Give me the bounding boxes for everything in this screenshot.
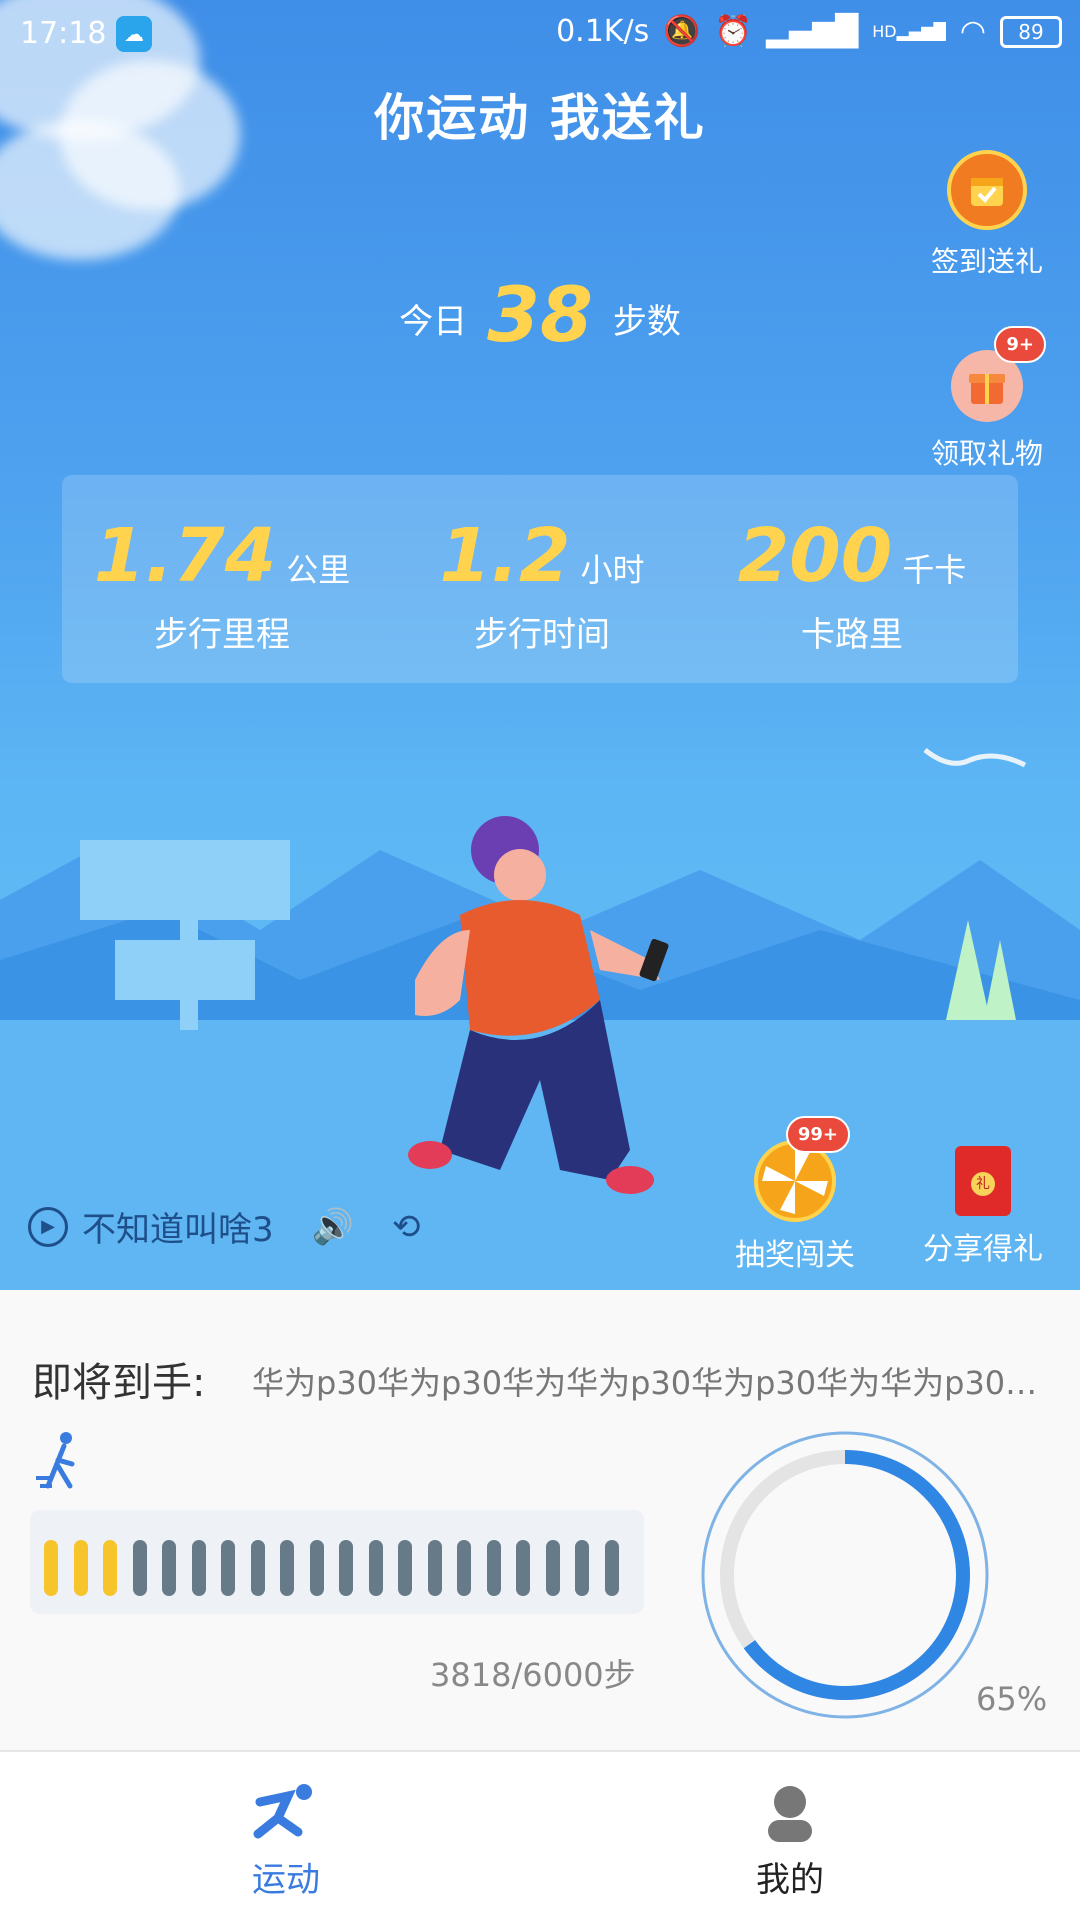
status-time: 17:18 (20, 16, 107, 51)
stat-calories-value: 200 (737, 513, 893, 599)
progress-bar-segment (280, 1540, 294, 1596)
sign-post (180, 920, 198, 1030)
progress-bar-segment (73, 1540, 88, 1596)
progress-bar-segment (191, 1540, 206, 1596)
running-icon (186, 1782, 386, 1852)
stat-time: 1.2 小时 步行时间 (392, 513, 692, 656)
walker-icon (36, 1430, 86, 1494)
play-icon[interactable]: ▶ (28, 1206, 68, 1247)
tab-sport-label: 运动 (252, 1860, 320, 1900)
lottery-badge: 99+ (785, 1116, 850, 1153)
upcoming-text: 华为p30华为p30华为华为p30华为p30华为华为p30华为p30 (252, 1364, 1052, 1402)
lottery-label: 抽奖闯关 (735, 1238, 855, 1273)
stats-card: 1.74 公里 步行里程 1.2 小时 步行时间 200 千卡 卡路里 (62, 475, 1018, 683)
volume-icon[interactable]: 🔊 (312, 1207, 354, 1247)
today-steps: 今日 38 步数 (0, 270, 1080, 359)
stat-calories-unit: 千卡 (902, 551, 967, 589)
progress-bar-segment (339, 1540, 353, 1596)
lottery-button[interactable]: 99+ 抽奖闯关 (730, 1116, 860, 1274)
tab-sport[interactable]: 运动 (186, 1782, 386, 1901)
stat-time-value: 1.2 (439, 513, 571, 599)
song-title: 不知道叫啥3 (82, 1210, 274, 1250)
stat-distance-label: 步行里程 (154, 615, 290, 655)
battery-icon: 89 (1000, 15, 1062, 48)
user-icon (690, 1782, 890, 1852)
share-gift-label: 分享得礼 (923, 1232, 1043, 1267)
page-title: 你运动 我送礼 (374, 89, 706, 147)
progress-bar-segment (545, 1540, 560, 1596)
today-step-count: 38 (487, 270, 593, 359)
claim-gift-label: 领取礼物 (930, 437, 1043, 470)
calendar-check-icon (947, 150, 1027, 230)
upcoming-label: 即将到手: (32, 1360, 206, 1406)
progress-bar-segment (516, 1540, 530, 1596)
stat-distance-value: 1.74 (93, 513, 277, 599)
progress-bar-segment (486, 1540, 501, 1596)
app-notification-icon: ☁ (116, 16, 152, 52)
checkin-gift-button[interactable]: 签到送礼 (922, 150, 1052, 280)
red-envelope-icon: 礼 (955, 1146, 1011, 1216)
claim-gift-button[interactable]: 9+ 领取礼物 (922, 326, 1052, 472)
steps-progress-text: 3818/6000步 (430, 1656, 636, 1694)
progress-bar-segment (221, 1540, 235, 1596)
wifi-icon: ◠ (959, 14, 986, 49)
percent-text: 65% (976, 1680, 1048, 1718)
hd-signal-icon: HD▂▄▆█ (872, 22, 946, 41)
repeat-icon[interactable]: ⟲ (392, 1207, 421, 1247)
progress-bar-segment (132, 1540, 147, 1596)
progress-bar-segment (44, 1540, 58, 1596)
tab-mine-label: 我的 (756, 1860, 824, 1900)
share-gift-button[interactable]: 礼 分享得礼 (918, 1146, 1048, 1268)
stat-time-label: 步行时间 (474, 615, 610, 655)
progress-ring (701, 1431, 989, 1719)
billboard-decoration (80, 840, 290, 920)
music-player: ▶ 不知道叫啥3 🔊 ⟲ (28, 1202, 420, 1251)
progress-bar-segment (398, 1540, 412, 1596)
progress-bar-segment (368, 1540, 383, 1596)
tab-mine[interactable]: 我的 (690, 1782, 890, 1901)
app-screen: 17:18 ☁ 0.1K/s 🔕 ⏰ ▂▄▆█ HD▂▄▆█ ◠ 89 你运动 … (0, 0, 1080, 1920)
bottom-tab-bar: 运动 我的 (0, 1750, 1080, 1920)
stat-calories: 200 千卡 卡路里 (702, 513, 1002, 656)
today-suffix: 步数 (612, 302, 681, 342)
progress-panel: 即将到手: 华为p30华为p30华为华为p30华为p30华为华为p30华为p30… (0, 1290, 1080, 1750)
progress-bar-segment (427, 1540, 442, 1596)
status-right: 0.1K/s 🔕 ⏰ ▂▄▆█ HD▂▄▆█ ◠ 89 (556, 14, 1062, 49)
progress-bar-segment (457, 1540, 471, 1596)
step-progress-bars (30, 1510, 644, 1614)
stat-calories-label: 卡路里 (801, 615, 903, 655)
mute-icon: 🔕 (663, 14, 701, 49)
progress-bar-segment (604, 1540, 619, 1596)
progress-bar-segment (103, 1540, 117, 1596)
hero-section: 17:18 ☁ 0.1K/s 🔕 ⏰ ▂▄▆█ HD▂▄▆█ ◠ 89 你运动 … (0, 0, 1080, 1290)
status-bar: 17:18 ☁ 0.1K/s 🔕 ⏰ ▂▄▆█ HD▂▄▆█ ◠ 89 (0, 0, 1080, 70)
progress-bar-segment (162, 1540, 176, 1596)
stat-time-unit: 小时 (580, 551, 645, 589)
stat-distance: 1.74 公里 步行里程 (72, 513, 372, 656)
bird-decoration (923, 748, 1027, 768)
battery-level: 89 (1018, 19, 1044, 44)
today-prefix: 今日 (399, 302, 468, 342)
network-speed: 0.1K/s (556, 14, 650, 49)
stat-distance-unit: 公里 (286, 551, 351, 589)
signal-icon: ▂▄▆█ (765, 14, 859, 49)
progress-bar-segment (250, 1540, 265, 1596)
alarm-icon: ⏰ (714, 14, 752, 49)
progress-bar-segment (575, 1540, 589, 1596)
progress-bar-segment (309, 1540, 324, 1596)
